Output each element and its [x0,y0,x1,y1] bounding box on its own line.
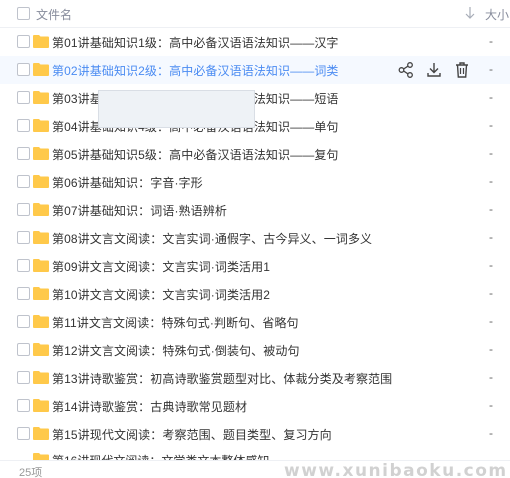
sort-arrow-down-icon[interactable] [464,6,476,20]
file-row[interactable]: 第07讲基础知识：词语·熟语辨析 - [0,196,510,224]
file-name[interactable]: 第07讲基础知识：词语·熟语辨析 [52,202,227,219]
file-size: - [489,146,493,160]
file-name: 第16讲现代文阅读：文学类文本整体感知 [52,452,269,460]
file-size: - [489,342,493,356]
folder-icon [33,118,49,132]
folder-icon [33,230,49,244]
file-name[interactable]: 第14讲诗歌鉴赏：古典诗歌常见题材 [52,398,247,415]
folder-icon [33,426,49,440]
file-size: - [489,174,493,188]
file-name[interactable]: 第08讲文言文阅读：文言实词·通假字、古今异义、一词多义 [52,230,372,247]
redaction-overlay [98,90,255,128]
folder-icon [33,314,49,328]
row-checkbox[interactable] [17,119,30,132]
folder-icon [33,398,49,412]
folder-icon [33,34,49,48]
folder-icon [33,342,49,356]
folder-icon [33,452,49,460]
file-row[interactable]: 第13讲诗歌鉴赏：初高诗歌鉴赏题型对比、体裁分类及考察范围 - [0,364,510,392]
file-size: - [489,202,493,216]
folder-icon [33,286,49,300]
folder-icon [33,62,49,76]
file-row[interactable]: 第09讲文言文阅读：文言实词·词类活用1 - [0,252,510,280]
file-name[interactable]: 第01讲基础知识1级：高中必备汉语语法知识——汉字 [52,34,339,51]
folder-icon [33,174,49,188]
row-checkbox[interactable] [17,63,30,76]
file-name[interactable]: 第09讲文言文阅读：文言实词·词类活用1 [52,258,270,275]
file-name[interactable]: 第06讲基础知识：字音·字形 [52,174,203,191]
trash-icon[interactable] [452,60,472,80]
file-size: - [489,258,493,272]
row-checkbox[interactable] [17,427,30,440]
row-checkbox[interactable] [17,371,30,384]
row-checkbox[interactable] [17,91,30,104]
download-icon[interactable] [424,60,444,80]
row-checkbox[interactable] [17,399,30,412]
folder-icon [33,146,49,160]
row-checkbox[interactable] [17,35,30,48]
file-size: - [489,314,493,328]
file-size: - [489,370,493,384]
folder-icon [33,258,49,272]
file-name[interactable]: 第12讲文言文阅读：特殊句式·倒装句、被动句 [52,342,300,359]
file-name[interactable]: 第11讲文言文阅读：特殊句式·判断句、省略句 [52,314,299,331]
file-row[interactable]: 第06讲基础知识：字音·字形 - [0,168,510,196]
file-size: - [489,118,493,132]
row-checkbox[interactable] [17,231,30,244]
folder-icon [33,90,49,104]
file-size: - [489,62,493,76]
row-checkbox[interactable] [17,259,30,272]
select-all-checkbox[interactable] [17,7,30,20]
file-row[interactable]: 第03讲基础知识3级：高中必备汉语语法知识——短语- [0,84,510,112]
file-row-partial[interactable]: 第16讲现代文阅读：文学类文本整体感知 [0,446,510,460]
item-count: 25项 [19,467,43,478]
file-row[interactable]: 第11讲文言文阅读：特殊句式·判断句、省略句 - [0,308,510,336]
file-name[interactable]: 第10讲文言文阅读：文言实词·词类活用2 [52,286,270,303]
column-header-size[interactable]: 大小 [485,6,509,23]
file-row[interactable]: 第02讲基础知识2级：高中必备汉语语法知识——词类 - [0,56,510,84]
file-size: - [489,230,493,244]
file-list-header: 文件名 大小 [0,0,510,28]
file-size: - [489,398,493,412]
row-checkbox[interactable] [17,315,30,328]
file-row[interactable]: 第10讲文言文阅读：文言实词·词类活用2 - [0,280,510,308]
column-header-name[interactable]: 文件名 [36,6,72,23]
file-row[interactable]: 第04讲基础知识4级：高中必备汉语语法知识——单句- [0,112,510,140]
row-checkbox[interactable] [17,343,30,356]
file-row[interactable]: 第05讲基础知识5级：高中必备汉语语法知识——复句 - [0,140,510,168]
file-name[interactable]: 第05讲基础知识5级：高中必备汉语语法知识——复句 [52,146,339,163]
file-name[interactable]: 第15讲现代文阅读：考察范围、题目类型、复习方向 [52,426,332,443]
folder-icon [33,370,49,384]
file-row[interactable]: 第14讲诗歌鉴赏：古典诗歌常见题材 - [0,392,510,420]
watermark: www.xunibaoku.com [284,461,508,478]
file-row[interactable]: 第01讲基础知识1级：高中必备汉语语法知识——汉字 - [0,28,510,56]
file-size: - [489,286,493,300]
row-checkbox[interactable] [17,203,30,216]
row-checkbox[interactable] [17,175,30,188]
status-bar: 25项 www.xunibaoku.com [0,460,510,478]
folder-icon [33,202,49,216]
row-checkbox[interactable] [17,287,30,300]
file-size: - [489,426,493,440]
file-row[interactable]: 第15讲现代文阅读：考察范围、题目类型、复习方向 - [0,420,510,448]
file-size: - [489,34,493,48]
file-row[interactable]: 第12讲文言文阅读：特殊句式·倒装句、被动句 - [0,336,510,364]
file-row[interactable]: 第08讲文言文阅读：文言实词·通假字、古今异义、一词多义 - [0,224,510,252]
file-name[interactable]: 第13讲诗歌鉴赏：初高诗歌鉴赏题型对比、体裁分类及考察范围 [52,370,392,387]
file-name[interactable]: 第02讲基础知识2级：高中必备汉语语法知识——词类 [52,62,339,79]
row-checkbox[interactable] [17,147,30,160]
share-icon[interactable] [396,60,416,80]
file-size: - [489,90,493,104]
